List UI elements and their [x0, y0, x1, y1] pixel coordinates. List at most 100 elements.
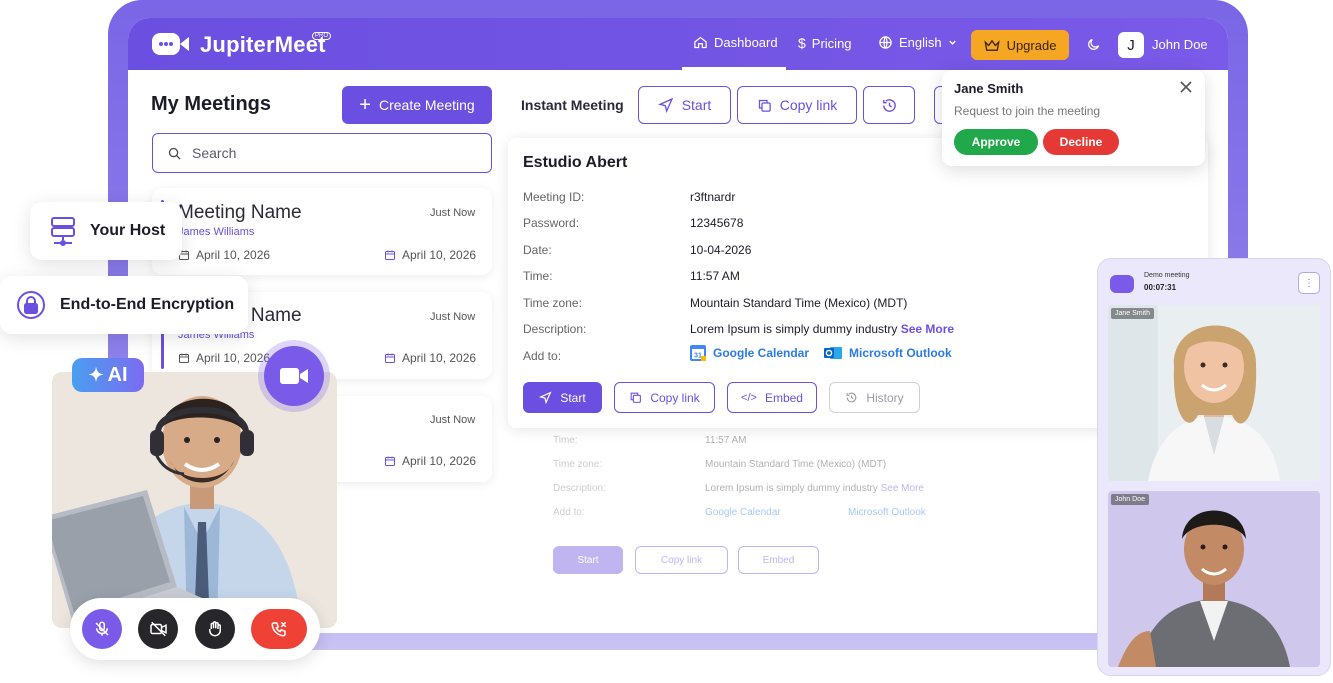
ai-label: AI — [107, 363, 128, 386]
password-value: 12345678 — [690, 216, 744, 230]
ghost-see-more: See More — [880, 483, 924, 494]
see-more-link[interactable]: See More — [901, 322, 954, 336]
crown-icon — [983, 39, 1000, 51]
logo-camera-icon — [180, 37, 189, 51]
google-calendar-link[interactable]: 31 Google Calendar — [690, 345, 809, 361]
calendar-icon — [385, 456, 395, 466]
time-label: Time: — [523, 269, 553, 283]
mic-off-icon — [95, 621, 109, 636]
call-more-menu[interactable]: ⋮ — [1298, 272, 1320, 294]
raise-hand-button[interactable] — [195, 609, 235, 649]
ghost-timezone-value: Mountain Standard Time (Mexico) (MDT) — [705, 459, 887, 470]
meeting-host: James Williams — [178, 226, 255, 238]
instant-copy-link-label: Copy link — [779, 97, 838, 113]
nav-dashboard[interactable]: Dashboard — [693, 35, 778, 50]
decline-button[interactable]: Decline — [1043, 129, 1119, 155]
code-icon: </> — [741, 391, 757, 404]
nav-pricing[interactable]: $ Pricing — [798, 35, 852, 51]
svg-text:31: 31 — [694, 353, 702, 360]
meeting-card[interactable]: Meeting Name James Williams Just Now Apr… — [152, 188, 492, 275]
meeting-start-date: April 10, 2026 — [178, 248, 270, 262]
send-icon — [539, 391, 552, 404]
ghost-google-label: Google Calendar — [705, 507, 781, 518]
google-calendar-icon: 31 — [690, 345, 706, 361]
detail-embed-button[interactable]: </> Embed — [727, 382, 817, 413]
participant-tile: Jane Smith — [1108, 305, 1320, 481]
ai-badge: ✦ AI — [72, 358, 144, 392]
outlook-icon — [824, 347, 842, 359]
participant-name-tag: John Doe — [1111, 494, 1149, 505]
instant-start-button[interactable]: Start — [638, 86, 731, 124]
timezone-value: Mountain Standard Time (Mexico) (MDT) — [690, 296, 908, 310]
meeting-time-ago: Just Now — [430, 414, 476, 426]
call-controls — [70, 598, 320, 660]
detail-copy-link-label: Copy link — [650, 390, 700, 405]
approve-button[interactable]: Approve — [954, 129, 1038, 155]
time-value: 11:57 AM — [690, 269, 740, 283]
date-text: April 10, 2026 — [196, 248, 271, 262]
app-logo[interactable]: JupiterMeet — [200, 32, 326, 58]
ghost-copy-link-button: Copy link — [635, 546, 728, 574]
moon-icon[interactable] — [1086, 37, 1101, 52]
calendar-icon — [385, 250, 395, 260]
search-input[interactable]: Search — [152, 133, 492, 173]
meeting-end-date: April 10, 2026 — [384, 454, 476, 468]
participant-video — [1108, 305, 1320, 481]
date-text: April 10, 2026 — [402, 351, 477, 365]
more-vertical-icon: ⋮ — [1304, 277, 1314, 289]
detail-history-button[interactable]: History — [829, 382, 920, 413]
call-timer: 00:07:31 — [1144, 283, 1177, 292]
calendar-icon — [385, 353, 395, 363]
meeting-id-value: r3ftnardr — [690, 190, 736, 204]
description-value: Lorem Ipsum is simply dummy industry See… — [690, 322, 954, 336]
plus-icon: + — [359, 94, 371, 116]
upgrade-button[interactable]: Upgrade — [971, 30, 1069, 60]
history-icon — [882, 98, 896, 112]
date-text: April 10, 2026 — [402, 454, 477, 468]
participant-tile: John Doe — [1108, 491, 1320, 667]
meeting-id-label: Meeting ID: — [523, 190, 585, 204]
history-icon — [846, 392, 857, 403]
end-call-button[interactable] — [251, 609, 307, 649]
description-label: Description: — [523, 322, 587, 336]
encryption-label: End-to-End Encryption — [60, 296, 235, 313]
phone-end-icon — [271, 621, 287, 637]
user-name[interactable]: John Doe — [1152, 37, 1208, 52]
upgrade-label: Upgrade — [1006, 37, 1057, 53]
your-host-badge: Your Host — [30, 202, 182, 260]
meeting-time-ago: Just Now — [430, 311, 476, 323]
ghost-start-button: Start — [553, 546, 623, 574]
user-avatar[interactable]: J — [1118, 32, 1144, 58]
instant-copy-link-button[interactable]: Copy link — [737, 86, 857, 124]
instant-history-button[interactable] — [863, 86, 915, 124]
participant-video — [1108, 491, 1320, 667]
send-icon — [657, 97, 674, 113]
password-label: Password: — [523, 216, 580, 230]
search-placeholder: Search — [192, 145, 237, 161]
instant-start-label: Start — [681, 97, 712, 113]
create-meeting-button[interactable]: + Create Meeting — [342, 86, 492, 124]
participant-name-tag: Jane Smith — [1111, 308, 1155, 319]
video-camera-badge — [264, 346, 324, 406]
add-to-label: Add to: — [523, 349, 562, 363]
join-request-toast: Jane Smith Request to join the meeting A… — [942, 70, 1205, 166]
server-icon — [51, 217, 75, 246]
mute-button[interactable] — [82, 609, 122, 649]
video-call-panel: Demo meeting 00:07:31 ⋮ Jane Smith John … — [1097, 258, 1331, 676]
outlook-link[interactable]: Microsoft Outlook — [824, 345, 952, 361]
video-off-icon — [149, 621, 167, 637]
language-selector[interactable]: English — [878, 35, 957, 50]
lock-icon — [17, 291, 45, 319]
request-message: Request to join the meeting — [954, 104, 1101, 118]
call-title: Demo meeting — [1144, 272, 1190, 279]
dollar-icon: $ — [798, 35, 806, 51]
detail-copy-link-button[interactable]: Copy link — [614, 382, 715, 413]
meeting-name: Meeting Name — [178, 202, 302, 223]
ghost-description-value: Lorem Ipsum is simply dummy industry See… — [705, 483, 924, 494]
close-icon[interactable] — [1179, 80, 1193, 94]
meeting-detail-title: Estudio Abert — [523, 154, 628, 171]
date-text: April 10, 2026 — [196, 351, 271, 365]
detail-start-button[interactable]: Start — [523, 382, 602, 413]
camera-toggle-button[interactable] — [138, 609, 178, 649]
ghost-embed-button: Embed — [738, 546, 819, 574]
